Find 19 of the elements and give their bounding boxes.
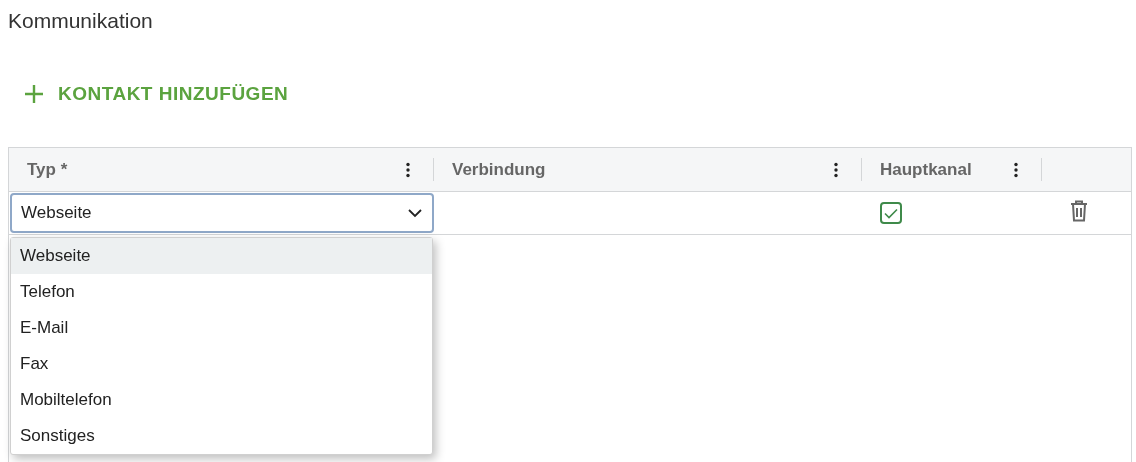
check-icon [884,207,898,219]
plus-icon [24,84,44,104]
more-icon[interactable] [1014,161,1018,178]
type-select[interactable]: Webseite [10,193,434,233]
dropdown-option[interactable]: E-Mail [11,310,432,346]
dropdown-option[interactable]: Webseite [11,238,432,274]
more-icon[interactable] [834,161,838,178]
column-header[interactable]: Typ * [27,159,68,180]
delete-icon[interactable] [1070,200,1088,222]
dropdown-option[interactable]: Fax [11,346,432,382]
main-channel-checkbox[interactable] [880,202,902,224]
more-icon[interactable] [406,161,410,178]
chevron-down-icon [408,208,422,218]
section-title: Kommunikation [8,9,153,33]
dropdown-option[interactable]: Mobiltelefon [11,382,432,418]
dropdown-option[interactable]: Telefon [11,274,432,310]
column-header[interactable]: Verbindung [452,159,546,180]
dropdown-option[interactable]: Sonstiges [11,418,432,454]
column-header[interactable]: Hauptkanal [880,159,972,180]
